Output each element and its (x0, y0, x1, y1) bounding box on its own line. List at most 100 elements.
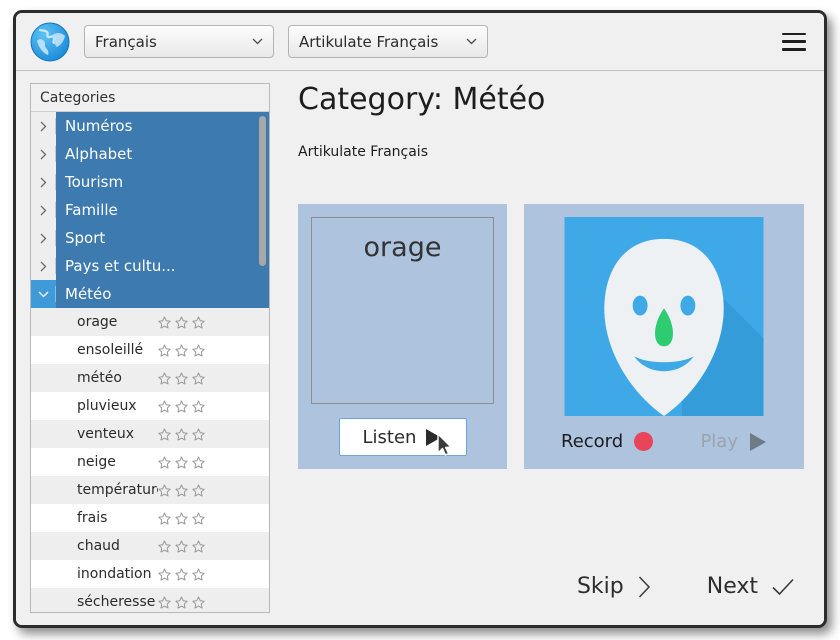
word-rating-stars[interactable] (158, 400, 205, 413)
app-header-bar: Français Artikulate Français (16, 13, 824, 71)
category-row[interactable]: Numéros (31, 112, 269, 140)
star-outline-icon[interactable] (158, 568, 171, 581)
star-outline-icon[interactable] (192, 512, 205, 525)
page-title: Category: Météo (298, 82, 546, 117)
play-button[interactable]: Play (700, 431, 767, 452)
word-row[interactable]: chaud (31, 532, 269, 560)
chevron-right-icon[interactable] (31, 140, 56, 168)
star-outline-icon[interactable] (158, 428, 171, 441)
word-label: chaud (77, 538, 120, 554)
skip-button-label: Skip (576, 574, 624, 599)
star-outline-icon[interactable] (192, 540, 205, 553)
word-row[interactable]: température (31, 476, 269, 504)
star-outline-icon[interactable] (158, 344, 171, 357)
category-row[interactable]: Tourism (31, 168, 269, 196)
word-row[interactable]: ensoleillé (31, 336, 269, 364)
star-outline-icon[interactable] (192, 568, 205, 581)
star-outline-icon[interactable] (192, 372, 205, 385)
star-outline-icon[interactable] (175, 596, 188, 609)
star-outline-icon[interactable] (175, 484, 188, 497)
category-label: Numéros (65, 117, 133, 135)
word-prompt-card: orage Listen (298, 204, 507, 470)
star-outline-icon[interactable] (175, 512, 188, 525)
main-content-panel: Category: Météo Artikulate Français orag… (270, 83, 824, 625)
star-outline-icon[interactable] (192, 316, 205, 329)
language-select[interactable]: Français (84, 25, 274, 58)
word-row[interactable]: inondation (31, 560, 269, 588)
star-outline-icon[interactable] (192, 456, 205, 469)
record-button[interactable]: Record (561, 431, 654, 452)
word-label: sécheresse (77, 594, 156, 610)
word-rating-stars[interactable] (158, 568, 205, 581)
chevron-down-icon[interactable] (31, 280, 56, 308)
category-label: Sport (65, 229, 106, 247)
course-select[interactable]: Artikulate Français (288, 25, 488, 58)
star-outline-icon[interactable] (192, 400, 205, 413)
word-rating-stars[interactable] (158, 596, 205, 609)
category-row[interactable]: Météo (31, 280, 269, 308)
star-outline-icon[interactable] (192, 484, 205, 497)
listen-button[interactable]: Listen (338, 418, 467, 457)
word-row[interactable]: venteux (31, 420, 269, 448)
chevron-right-icon[interactable] (31, 224, 56, 252)
category-row[interactable]: Sport (31, 224, 269, 252)
skip-button[interactable]: Skip (577, 574, 651, 599)
word-label: frais (77, 510, 108, 526)
star-outline-icon[interactable] (192, 344, 205, 357)
category-row[interactable]: Famille (31, 196, 269, 224)
word-image-placeholder: orage (311, 217, 494, 405)
category-row[interactable]: Pays et cultu... (31, 252, 269, 280)
star-outline-icon[interactable] (175, 372, 188, 385)
star-outline-icon[interactable] (158, 316, 171, 329)
star-outline-icon[interactable] (158, 512, 171, 525)
chevron-right-icon[interactable] (31, 252, 56, 280)
chevron-right-icon[interactable] (31, 112, 56, 140)
star-outline-icon[interactable] (158, 372, 171, 385)
category-tree: Numéros Alphabet Tourism Famille Sport Pays e… (31, 112, 269, 612)
word-text: orage (363, 232, 442, 264)
category-row[interactable]: Alphabet (31, 140, 269, 168)
word-rating-stars[interactable] (158, 344, 205, 357)
star-outline-icon[interactable] (192, 428, 205, 441)
next-button[interactable]: Next (707, 574, 794, 599)
word-label: météo (77, 370, 122, 386)
app-body: Categories Numéros Alphabet Tourism Famille… (16, 71, 824, 625)
play-triangle-icon (426, 428, 442, 446)
word-row[interactable]: sécheresse (31, 588, 269, 612)
chevron-right-icon[interactable] (31, 196, 56, 224)
star-outline-icon[interactable] (158, 540, 171, 553)
play-triangle-icon (750, 432, 766, 451)
word-rating-stars[interactable] (158, 428, 205, 441)
word-rating-stars[interactable] (158, 540, 205, 553)
hamburger-menu-icon[interactable] (782, 32, 806, 51)
word-row[interactable]: météo (31, 364, 269, 392)
star-outline-icon[interactable] (175, 400, 188, 413)
star-outline-icon[interactable] (158, 484, 171, 497)
star-outline-icon[interactable] (175, 456, 188, 469)
globe-icon (30, 22, 70, 61)
star-outline-icon[interactable] (175, 568, 188, 581)
word-label: pluvieux (77, 398, 137, 414)
category-label: Pays et cultu... (65, 257, 176, 275)
word-rating-stars[interactable] (158, 484, 205, 497)
star-outline-icon[interactable] (175, 428, 188, 441)
check-icon (772, 578, 794, 595)
star-outline-icon[interactable] (158, 400, 171, 413)
star-outline-icon[interactable] (158, 596, 171, 609)
star-outline-icon[interactable] (158, 456, 171, 469)
star-outline-icon[interactable] (175, 344, 188, 357)
word-row[interactable]: pluvieux (31, 392, 269, 420)
word-row[interactable]: orage (31, 308, 269, 336)
sidebar-scrollbar-thumb[interactable] (259, 116, 266, 266)
word-rating-stars[interactable] (158, 372, 205, 385)
word-rating-stars[interactable] (158, 456, 205, 469)
chevron-right-icon[interactable] (31, 168, 56, 196)
word-row[interactable]: frais (31, 504, 269, 532)
category-label: Alphabet (65, 145, 133, 163)
word-rating-stars[interactable] (158, 512, 205, 525)
word-row[interactable]: neige (31, 448, 269, 476)
star-outline-icon[interactable] (175, 540, 188, 553)
word-rating-stars[interactable] (158, 316, 205, 329)
star-outline-icon[interactable] (192, 596, 205, 609)
star-outline-icon[interactable] (175, 316, 188, 329)
